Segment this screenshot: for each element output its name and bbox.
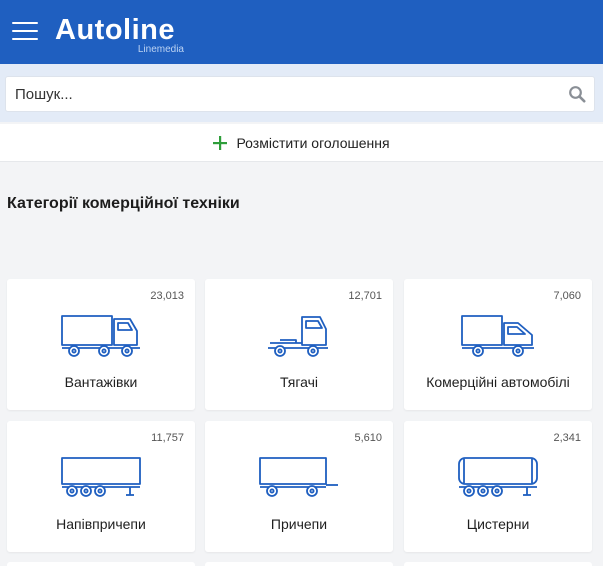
search-box — [5, 76, 595, 112]
category-label: Причепи — [270, 516, 328, 532]
logo-subtext: Linemedia — [137, 44, 184, 55]
listing-count: 11,757 — [151, 432, 184, 444]
app-header: Autoline Linemedia — [0, 0, 603, 64]
search-input[interactable] — [15, 77, 555, 111]
category-label: Вантажівки — [64, 374, 138, 390]
search-icon[interactable] — [568, 85, 586, 103]
logo-text: Autoline — [55, 14, 175, 46]
trailer-icon — [259, 457, 338, 497]
category-card-commercial-vehicles[interactable]: 7,060 Комерційні автомобілі — [404, 279, 592, 410]
tractor-unit-icon — [268, 316, 328, 357]
category-card-partial[interactable] — [404, 562, 592, 566]
listing-count: 2,341 — [553, 432, 581, 444]
post-ad-button[interactable]: Розмістити оголошення — [0, 124, 603, 162]
category-card-trucks[interactable]: 23,013 Вантажівки — [7, 279, 195, 410]
van-icon — [461, 315, 534, 357]
category-card-trailers[interactable]: 5,610 Причепи — [205, 421, 393, 552]
search-bar — [0, 64, 603, 122]
semi-trailer-icon — [61, 457, 141, 497]
plus-icon — [213, 135, 228, 150]
tanker-icon — [458, 457, 538, 497]
truck-icon — [61, 315, 140, 357]
listing-count: 7,060 — [553, 290, 581, 302]
category-card-tankers[interactable]: 2,341 Цистерни — [404, 421, 592, 552]
category-card-partial[interactable] — [205, 562, 393, 566]
category-label: Тягачі — [279, 374, 319, 390]
logo[interactable]: Autoline Linemedia — [55, 12, 195, 56]
listing-count: 12,701 — [348, 290, 382, 302]
listing-count: 23,013 — [150, 290, 184, 302]
post-ad-label: Розмістити оголошення — [236, 134, 390, 151]
section-title: Категорії комерційної техніки — [7, 195, 240, 212]
category-card-semi-trailers[interactable]: 11,757 Напівпричепи — [7, 421, 195, 552]
category-card-tractor-units[interactable]: 12,701 Тягачі — [205, 279, 393, 410]
category-label: Цистерни — [466, 516, 530, 532]
hamburger-menu-icon[interactable] — [12, 22, 38, 42]
category-label: Напівпричепи — [56, 516, 146, 532]
listing-count: 5,610 — [354, 432, 382, 444]
category-card-partial[interactable] — [7, 562, 195, 566]
category-label: Комерційні автомобілі — [426, 374, 570, 390]
